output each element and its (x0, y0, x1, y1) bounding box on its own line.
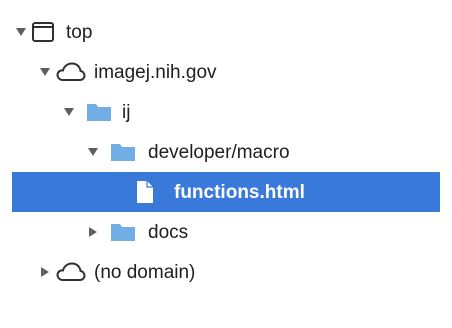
expand-arrow-down-icon[interactable] (86, 145, 100, 159)
expand-arrow-down-icon[interactable] (14, 25, 28, 39)
tree-item-folder-docs[interactable]: docs (0, 212, 452, 252)
folder-icon (110, 222, 136, 242)
tree-item-top[interactable]: top (0, 12, 452, 52)
folder-icon (110, 142, 136, 162)
expand-arrow-down-icon[interactable] (38, 65, 52, 79)
expand-arrow-down-icon[interactable] (62, 105, 76, 119)
tree-item-label: developer/macro (148, 141, 290, 163)
window-icon (32, 22, 54, 42)
tree-item-label: (no domain) (94, 261, 196, 283)
tree-item-folder-ij[interactable]: ij (0, 92, 452, 132)
tree-item-label: imagej.nih.gov (94, 61, 217, 83)
frame-tree: top imagej.nih.gov ij developer/macro fu… (0, 0, 452, 328)
tree-item-domain[interactable]: imagej.nih.gov (0, 52, 452, 92)
file-icon (136, 180, 154, 204)
expand-arrow-right-icon[interactable] (86, 225, 100, 239)
tree-item-file-functions[interactable]: functions.html (12, 172, 440, 212)
tree-item-label: docs (148, 221, 189, 243)
tree-item-label: functions.html (174, 181, 305, 203)
expand-arrow-right-icon[interactable] (38, 265, 52, 279)
folder-icon (86, 102, 112, 122)
tree-item-folder-developer-macro[interactable]: developer/macro (0, 132, 452, 172)
tree-item-no-domain[interactable]: (no domain) (0, 252, 452, 292)
cloud-icon (56, 62, 86, 82)
cloud-icon (56, 262, 86, 282)
tree-item-label: top (66, 21, 93, 43)
tree-item-label: ij (122, 101, 131, 123)
